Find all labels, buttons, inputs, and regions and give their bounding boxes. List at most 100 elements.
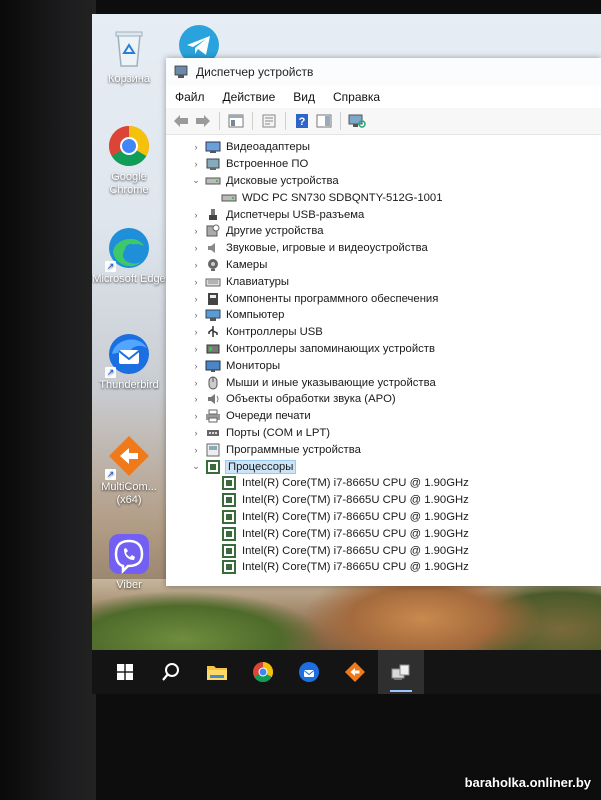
chevron-right-icon[interactable]: › [190, 260, 202, 270]
chevron-right-icon[interactable]: › [190, 142, 202, 152]
chevron-right-icon[interactable]: › [190, 344, 202, 354]
device-category[interactable]: › Программные устройства [166, 441, 601, 458]
device-category[interactable]: › Контроллеры USB [166, 324, 601, 341]
device-manager-window[interactable]: Диспетчер устройств Файл Действие Вид Сп… [166, 58, 601, 586]
chevron-right-icon[interactable]: › [190, 294, 202, 304]
edge-icon: ↗ [105, 226, 151, 272]
device-node[interactable]: ›Intel(R) Core(TM) i7-8665U CPU @ 1.90GH… [166, 559, 601, 576]
chevron-right-icon[interactable]: › [190, 327, 202, 337]
scan-hardware-button[interactable] [348, 113, 366, 129]
device-category[interactable]: › Компоненты программного обеспечения [166, 290, 601, 307]
menu-view[interactable]: Вид [293, 90, 315, 104]
mouse-icon [205, 376, 221, 390]
shortcut-arrow-icon: ↗ [105, 261, 116, 272]
monitor-icon [205, 359, 221, 372]
device-category[interactable]: ⌄ Дисковые устройства [166, 173, 601, 190]
chevron-down-icon[interactable]: ⌄ [190, 175, 202, 186]
device-label: Процессоры [224, 459, 297, 474]
action-pane-button[interactable] [315, 113, 333, 129]
menu-help[interactable]: Справка [333, 90, 380, 104]
chevron-right-icon[interactable]: › [190, 428, 202, 438]
processor-icon [221, 543, 237, 558]
desktop-icon-thunderbird[interactable]: ↗ Thunderbird [92, 332, 166, 392]
desktop-icon-recycle-bin[interactable]: Корзина [92, 26, 166, 86]
search-button[interactable] [148, 650, 194, 694]
usb-connector-icon [205, 208, 221, 221]
device-label: Программные устройства [226, 443, 361, 456]
start-button[interactable] [102, 650, 148, 694]
toolbar-separator [285, 112, 286, 130]
chevron-right-icon[interactable]: › [190, 243, 202, 253]
menu-action[interactable]: Действие [223, 90, 276, 104]
forward-button[interactable] [194, 113, 212, 129]
svg-text:?: ? [299, 116, 306, 128]
device-label: Контроллеры запоминающих устройств [226, 342, 435, 355]
device-category[interactable]: ⌄ Процессоры [166, 458, 601, 475]
desktop-icon-microsoft-edge[interactable]: ↗ Microsoft Edge [92, 226, 166, 286]
title-bar[interactable]: Диспетчер устройств [166, 58, 601, 86]
disk-drive-icon [221, 191, 237, 204]
desktop-icon-viber[interactable]: Viber [92, 532, 166, 592]
device-tree[interactable]: › Видеоадаптеры › Встроенное ПО ⌄ Дисковые ус… [166, 135, 601, 576]
chevron-right-icon[interactable]: › [190, 411, 202, 421]
device-node[interactable]: ›Intel(R) Core(TM) i7-8665U CPU @ 1.90GH… [166, 542, 601, 559]
device-category[interactable]: › Мыши и иные указывающие устройства [166, 374, 601, 391]
monitor-bezel [0, 0, 96, 800]
device-node[interactable]: ›Intel(R) Core(TM) i7-8665U CPU @ 1.90GH… [166, 475, 601, 492]
help-button[interactable]: ? [293, 113, 311, 129]
chevron-right-icon[interactable]: › [190, 445, 202, 455]
window-title: Диспетчер устройств [196, 65, 314, 79]
chevron-right-icon[interactable]: › [190, 378, 202, 388]
device-category[interactable]: › Контроллеры запоминающих устройств [166, 341, 601, 358]
back-button[interactable] [172, 113, 190, 129]
device-category[interactable]: › Компьютер [166, 307, 601, 324]
arrow-right-icon [196, 115, 210, 127]
device-label: Intel(R) Core(TM) i7-8665U CPU @ 1.90GHz [242, 510, 469, 523]
desktop-icon-multicommander[interactable]: ↗ MultiCom... (x64) [92, 434, 166, 507]
device-category[interactable]: › Объекты обработки звука (APO) [166, 391, 601, 408]
device-label: Intel(R) Core(TM) i7-8665U CPU @ 1.90GHz [242, 561, 469, 574]
device-label: Мониторы [226, 359, 281, 372]
device-category[interactable]: › Видеоадаптеры [166, 139, 601, 156]
device-category[interactable]: › Мониторы [166, 357, 601, 374]
device-category[interactable]: › Камеры [166, 257, 601, 274]
device-node[interactable]: ›WDC PC SN730 SDBQNTY-512G-1001 [166, 189, 601, 206]
device-node[interactable]: ›Intel(R) Core(TM) i7-8665U CPU @ 1.90GH… [166, 509, 601, 526]
chevron-right-icon[interactable]: › [190, 277, 202, 287]
device-category[interactable]: › Порты (COM и LPT) [166, 425, 601, 442]
device-label: Intel(R) Core(TM) i7-8665U CPU @ 1.90GHz [242, 544, 469, 557]
device-category[interactable]: › Очереди печати [166, 408, 601, 425]
device-node[interactable]: ›Intel(R) Core(TM) i7-8665U CPU @ 1.90GH… [166, 492, 601, 509]
device-category[interactable]: › Встроенное ПО [166, 156, 601, 173]
show-hide-tree-button[interactable] [227, 113, 245, 129]
device-category[interactable]: › Звуковые, игровые и видеоустройства [166, 240, 601, 257]
taskbar-file-explorer[interactable] [194, 650, 240, 694]
taskbar-multicommander[interactable] [332, 650, 378, 694]
taskbar-device-manager[interactable] [378, 650, 424, 694]
device-label: Компоненты программного обеспечения [226, 292, 439, 305]
taskbar-chrome[interactable] [240, 650, 286, 694]
taskbar-thunderbird[interactable] [286, 650, 332, 694]
chevron-right-icon[interactable]: › [190, 310, 202, 320]
desktop-icon-google-chrome[interactable]: Google Chrome [92, 124, 166, 197]
properties-button[interactable] [260, 113, 278, 129]
toolbar-separator [219, 112, 220, 130]
device-node[interactable]: ›Intel(R) Core(TM) i7-8665U CPU @ 1.90GH… [166, 525, 601, 542]
chevron-right-icon[interactable]: › [190, 394, 202, 404]
chevron-right-icon[interactable]: › [190, 226, 202, 236]
device-category[interactable]: › Другие устройства [166, 223, 601, 240]
scan-monitor-icon [348, 114, 366, 128]
chevron-right-icon[interactable]: › [190, 210, 202, 220]
menu-file[interactable]: Файл [175, 90, 205, 104]
device-category[interactable]: › Диспетчеры USB-разъема [166, 206, 601, 223]
toolbar-separator [252, 112, 253, 130]
chevron-right-icon[interactable]: › [190, 159, 202, 169]
speaker-icon [205, 242, 221, 255]
thunderbird-icon: ↗ [105, 332, 151, 378]
device-label: Видеоадаптеры [226, 141, 311, 154]
processor-icon [221, 509, 237, 524]
chrome-icon [253, 662, 273, 682]
chevron-down-icon[interactable]: ⌄ [190, 461, 202, 472]
device-category[interactable]: › Клавиатуры [166, 273, 601, 290]
chevron-right-icon[interactable]: › [190, 361, 202, 371]
